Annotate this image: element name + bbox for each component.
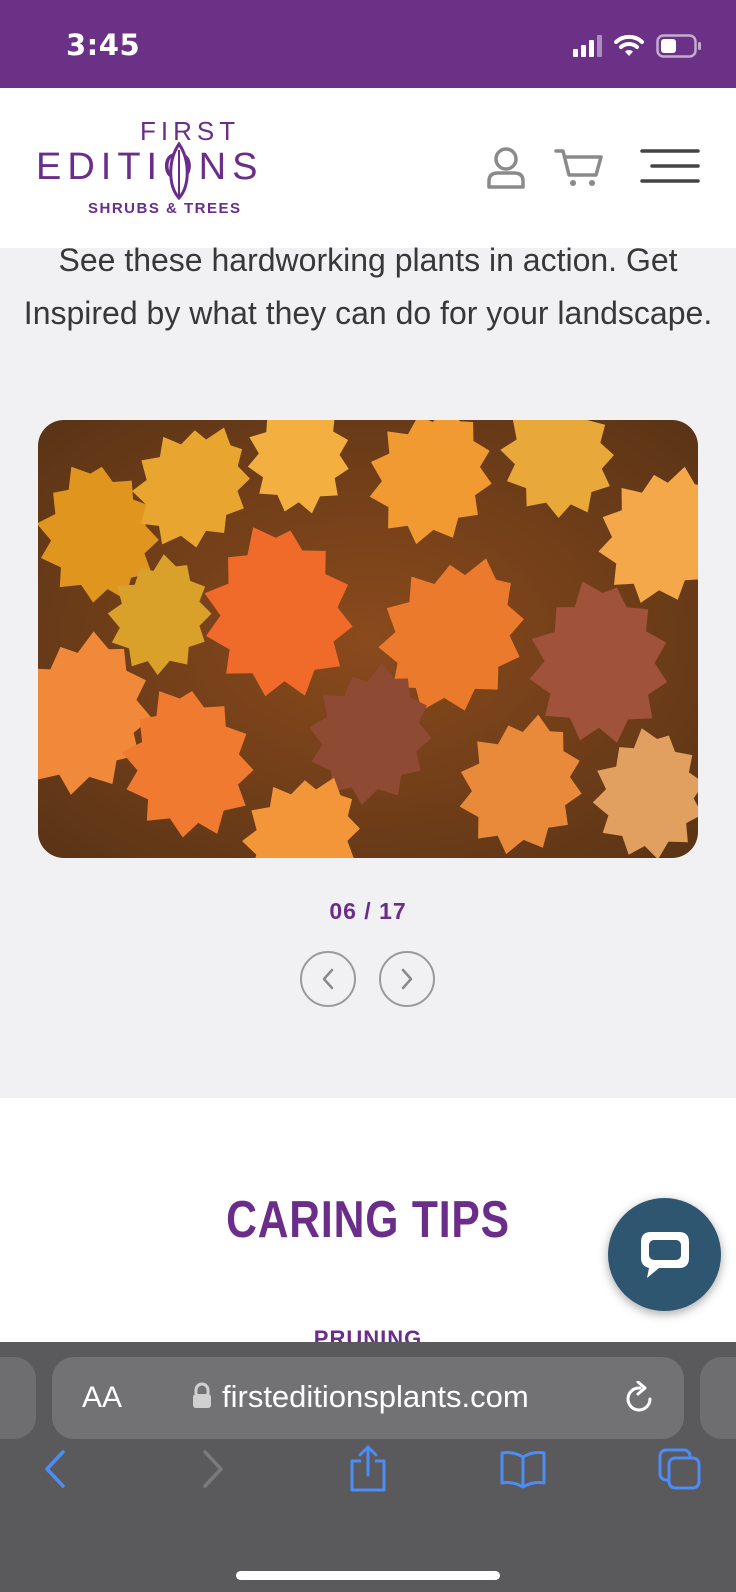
reload-icon[interactable] — [624, 1381, 656, 1415]
menu-icon[interactable] — [640, 148, 700, 184]
previous-slide-button[interactable] — [300, 951, 356, 1007]
leaf-icon — [169, 141, 189, 200]
address-bar[interactable]: AA firsteditionsplants.com — [52, 1357, 684, 1439]
cart-icon[interactable] — [554, 148, 604, 188]
forward-icon — [203, 1450, 223, 1488]
chevron-left-icon — [322, 968, 334, 990]
status-time: 3:45 — [66, 28, 141, 62]
caring-tip-pruning[interactable]: PRUNING — [0, 1326, 736, 1342]
gallery-slide-image[interactable] — [38, 420, 698, 858]
first-editions-logo[interactable]: FIRST EDITIONS SHRUBS & TREES — [36, 116, 266, 224]
text-size-label: AA — [82, 1381, 123, 1414]
text-size-button[interactable]: AA — [82, 1381, 122, 1415]
caring-tips-title: CARING TIPS — [226, 1191, 510, 1249]
logo-tagline: SHRUBS & TREES — [88, 200, 242, 217]
next-slide-button[interactable] — [379, 951, 435, 1007]
bookmarks-button[interactable] — [498, 1444, 548, 1494]
chat-bubble-icon — [640, 1231, 689, 1278]
share-button[interactable] — [343, 1444, 393, 1494]
chevron-right-icon — [401, 968, 413, 990]
browser-chrome: AA firsteditionsplants.com — [0, 1342, 736, 1592]
back-button[interactable] — [30, 1444, 80, 1494]
status-icons — [573, 32, 702, 60]
tabs-icon — [658, 1448, 701, 1490]
share-icon — [350, 1445, 386, 1492]
bookmarks-icon — [500, 1451, 546, 1489]
account-icon[interactable] — [486, 147, 526, 189]
battery-icon — [656, 34, 701, 58]
url-text: firsteditionsplants.com — [222, 1379, 529, 1414]
site-header: FIRST EDITIONS SHRUBS & TREES — [0, 88, 736, 248]
signal-icon — [573, 35, 602, 57]
tabs-button[interactable] — [655, 1444, 705, 1494]
home-indicator[interactable] — [236, 1571, 500, 1580]
slide-counter: 06 / 17 — [329, 898, 407, 924]
lock-icon — [193, 1382, 211, 1408]
status-bar: 3:45 — [0, 0, 736, 88]
previous-tab-preview[interactable] — [0, 1357, 36, 1439]
chat-button[interactable] — [608, 1198, 721, 1311]
back-icon — [45, 1450, 65, 1488]
forward-button[interactable] — [188, 1444, 238, 1494]
wifi-icon — [614, 34, 644, 56]
logo-line2: EDITIONS — [36, 146, 264, 188]
gallery-intro-text: See these hardworking plants in action. … — [23, 242, 713, 331]
next-tab-preview[interactable] — [700, 1357, 736, 1439]
